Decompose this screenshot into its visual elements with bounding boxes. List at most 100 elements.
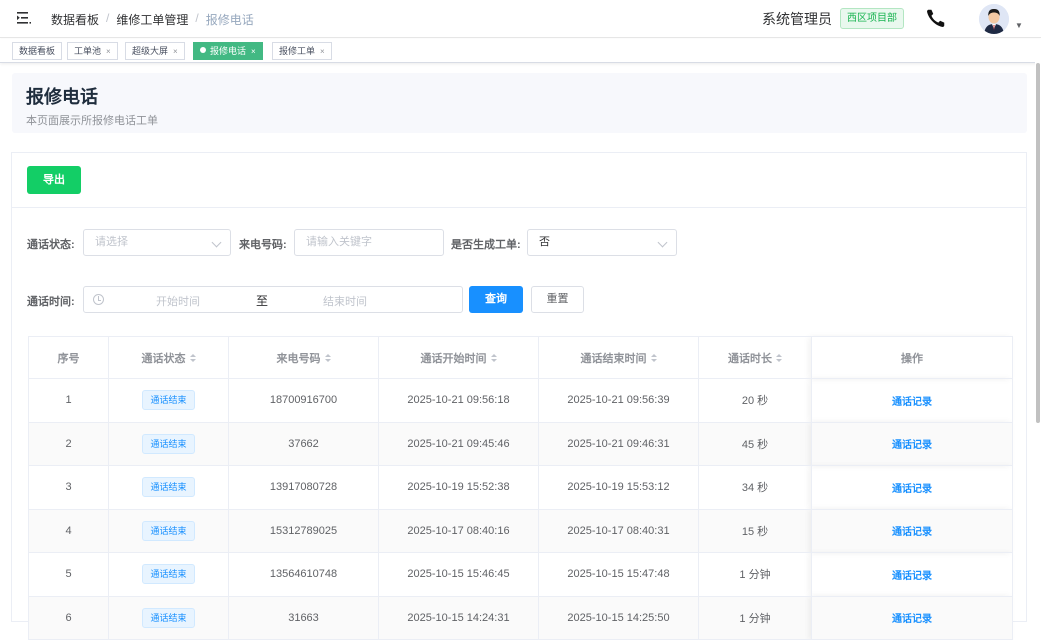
table-row: 3 通话结束 13917080728 2025-10-19 15:52:38 2025-…: [28, 465, 1013, 510]
end-time-cell: 2025-10-17 08:40:31: [538, 508, 699, 553]
tab-label: 超级大屏: [132, 46, 169, 56]
row-index-cell: 4: [28, 508, 109, 553]
breadcrumb-item-current: 报修电话: [205, 13, 254, 27]
duration-cell: 45 秒: [698, 421, 812, 466]
end-time-cell: 2025-10-15 15:47:48: [538, 552, 699, 597]
phone-icon[interactable]: [925, 7, 947, 29]
phone-cell: 37662: [228, 421, 379, 466]
phone-cell: 13917080728: [228, 465, 379, 510]
duration-cell-text: 45 秒: [741, 438, 769, 451]
status-badge: 通话结束: [142, 520, 195, 541]
status-cell: 通话结束: [108, 508, 229, 553]
phone-cell-text: 15312789025: [269, 524, 338, 537]
actions-cell: 通话记录: [811, 508, 1013, 553]
duration-cell: 20 秒: [698, 378, 812, 423]
phone-cell-text: 13564610748: [269, 568, 338, 581]
row-index-cell: 2: [28, 421, 109, 466]
status-select[interactable]: 请选择: [83, 229, 231, 256]
row-index-cell-text: 4: [65, 524, 72, 537]
tags-view-bar: 数据看板 工单池 × 超级大屏 × 报修电话 × 报修工单 ×: [0, 39, 1041, 63]
breadcrumb-item-repair-orders[interactable]: 维修工单管理: [116, 11, 188, 28]
call-record-link[interactable]: 通话记录: [892, 571, 932, 582]
duration-cell: 1 分钟: [698, 552, 812, 597]
row-index-cell-text: 6: [65, 611, 72, 624]
phone-cell: 13564610748: [228, 552, 379, 597]
query-button[interactable]: 查询: [469, 286, 523, 313]
tab-order-pool[interactable]: 工单池 ×: [67, 42, 118, 60]
table-row: 1 通话结束 18700916700 2025-10-21 09:56:18 2025-…: [28, 378, 1013, 423]
tab-label: 工单池: [74, 46, 102, 56]
close-icon[interactable]: ×: [320, 47, 325, 56]
phone-cell-text: 37662: [288, 437, 319, 450]
end-time-cell-text: 2025-10-21 09:56:39: [567, 394, 670, 407]
reset-button[interactable]: 重置: [531, 286, 584, 313]
tab-big-screen[interactable]: 超级大屏 ×: [125, 42, 185, 60]
sort-icon[interactable]: [776, 353, 782, 363]
end-time-input[interactable]: 结束时间: [323, 293, 367, 309]
tab-repair-phone[interactable]: 报修电话 ×: [193, 42, 263, 60]
sort-icon[interactable]: [189, 353, 196, 363]
tab-repair-order[interactable]: 报修工单 ×: [272, 42, 332, 60]
user-role-label: 系统管理员: [762, 11, 832, 27]
tab-label: 数据看板: [19, 46, 56, 56]
actions-cell: 通话记录: [811, 595, 1013, 640]
duration-cell: 34 秒: [698, 465, 812, 510]
start-time-cell-text: 2025-10-19 15:52:38: [407, 481, 510, 494]
sort-icon[interactable]: [650, 353, 657, 363]
start-time-input[interactable]: 开始时间: [156, 293, 200, 309]
call-record-link[interactable]: 通话记录: [892, 614, 932, 625]
page-description: 本页面展示所报修电话工单: [26, 115, 158, 127]
row-index-cell-text: 3: [65, 481, 72, 494]
status-cell: 通话结束: [108, 378, 229, 423]
end-time-cell: 2025-10-21 09:56:39: [538, 378, 699, 423]
start-time-cell: 2025-10-15 15:46:45: [378, 552, 539, 597]
tab-dashboard[interactable]: 数据看板: [12, 42, 63, 60]
column-header-index: 序号: [28, 336, 109, 379]
close-icon[interactable]: ×: [251, 47, 256, 56]
call-record-link[interactable]: 通话记录: [892, 484, 932, 495]
call-record-link[interactable]: 通话记录: [892, 397, 932, 408]
table-row: 2 通话结束 37662 2025-10-21 09:45:46 2025-10-21 …: [28, 421, 1013, 466]
call-records-table: 序号 通话状态 来电号码 通话开始时间 通话结束时间 通话时长 操作 1 通话结束…: [28, 336, 1013, 640]
table-row: 4 通话结束 15312789025 2025-10-17 08:40:16 2025-…: [28, 508, 1013, 553]
user-avatar[interactable]: [979, 4, 1009, 34]
end-time-cell-text: 2025-10-19 15:53:12: [567, 481, 670, 494]
column-header-status[interactable]: 通话状态: [108, 336, 229, 379]
call-record-link[interactable]: 通话记录: [892, 527, 932, 538]
status-cell: 通话结束: [108, 421, 229, 466]
sort-icon[interactable]: [324, 353, 331, 363]
menu-fold-icon[interactable]: [16, 10, 32, 26]
status-badge: 通话结束: [142, 390, 195, 411]
project-badge[interactable]: 西区项目部: [840, 8, 904, 29]
phone-search-input[interactable]: 请输入关键字: [294, 229, 444, 256]
generated-select[interactable]: 否: [527, 229, 677, 256]
column-header-start-time[interactable]: 通话开始时间: [378, 336, 539, 379]
call-record-link[interactable]: 通话记录: [892, 440, 932, 451]
caret-down-icon[interactable]: ▼: [1015, 21, 1023, 30]
page-header: 报修电话 本页面展示所报修电话工单: [12, 73, 1027, 133]
close-icon[interactable]: ×: [173, 47, 178, 56]
close-icon[interactable]: ×: [106, 47, 111, 56]
sort-icon[interactable]: [490, 353, 497, 363]
column-header-duration[interactable]: 通话时长: [698, 336, 812, 379]
breadcrumb-item-dashboard[interactable]: 数据看板: [51, 11, 99, 28]
start-time-cell-text: 2025-10-21 09:45:46: [407, 437, 510, 450]
export-button[interactable]: 导出: [27, 166, 81, 194]
phone-input-placeholder: 请输入关键字: [306, 236, 372, 248]
phone-cell-text: 13917080728: [269, 481, 338, 494]
end-time-cell-text: 2025-10-15 15:47:48: [567, 568, 670, 581]
scrollbar-thumb[interactable]: [1036, 63, 1040, 423]
duration-cell-text: 34 秒: [741, 482, 769, 495]
actions-cell: 通话记录: [811, 378, 1013, 423]
duration-cell-text: 1 分钟: [739, 612, 771, 625]
status-cell: 通话结束: [108, 595, 229, 640]
start-time-cell: 2025-10-15 14:24:31: [378, 595, 539, 640]
status-badge: 通话结束: [142, 607, 195, 628]
actions-cell: 通话记录: [811, 465, 1013, 510]
end-time-cell-text: 2025-10-15 14:25:50: [567, 611, 670, 624]
duration-cell-text: 15 秒: [741, 525, 769, 538]
column-header-phone[interactable]: 来电号码: [228, 336, 379, 379]
column-header-end-time[interactable]: 通话结束时间: [538, 336, 699, 379]
call-time-range-picker[interactable]: 开始时间 至 结束时间: [83, 286, 463, 313]
status-cell: 通话结束: [108, 552, 229, 597]
